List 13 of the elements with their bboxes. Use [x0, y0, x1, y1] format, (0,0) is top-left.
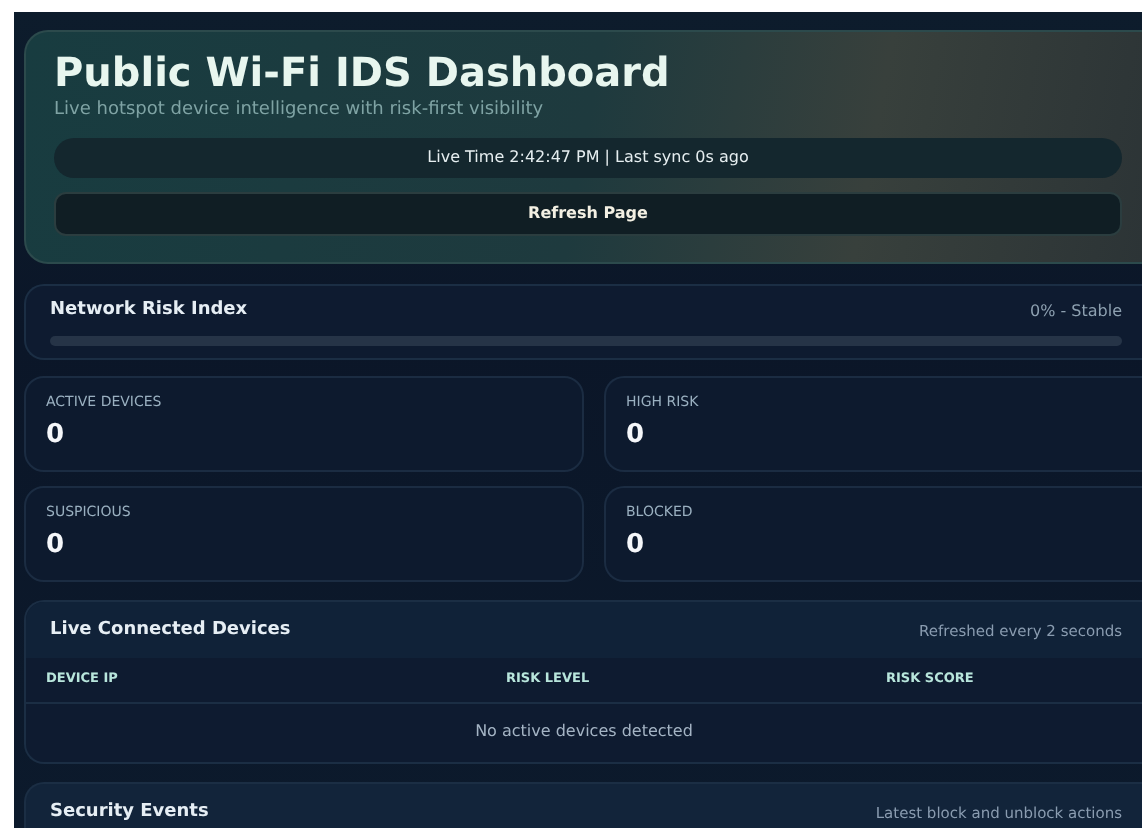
panel-title: Live Connected Devices [50, 617, 291, 643]
risk-index-title: Network Risk Index [50, 298, 248, 324]
live-status-pill: Live Time 2:42:47 PM | Last sync 0s ago [54, 137, 1122, 177]
empty-message: No active devices detected [473, 719, 695, 744]
stat-value: 0 [46, 531, 67, 557]
refresh-button[interactable]: Refresh Page [54, 191, 1122, 235]
dashboard-subtitle: Live hotspot device intelligence with risk-first visibility [54, 98, 546, 124]
dashboard-title: Public Wi-Fi IDS Dashboard [54, 48, 672, 96]
panel-title: Security Events [50, 799, 209, 826]
stat-value: 0 [626, 531, 647, 557]
stat-value: 0 [46, 421, 67, 447]
stat-value: 0 [626, 421, 647, 447]
risk-reading: 0% - Stable [1029, 299, 1122, 324]
